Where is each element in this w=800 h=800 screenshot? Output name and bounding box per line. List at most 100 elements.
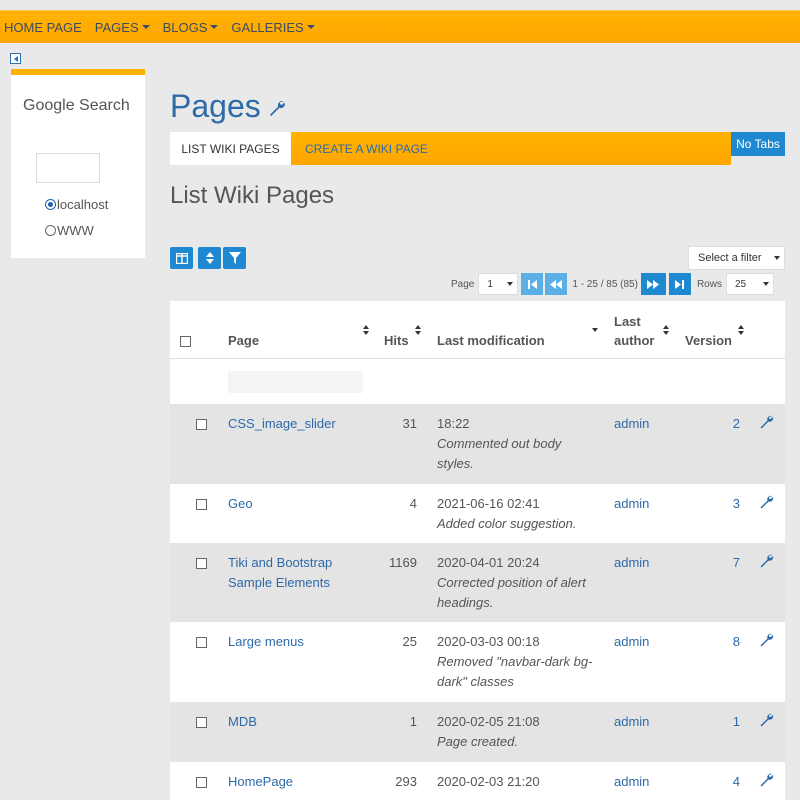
page-link-text: Sample Elements [228,575,330,590]
wrench-icon[interactable] [758,632,775,649]
page-link[interactable]: Tiki and Bootstrap Sample Elements [228,553,368,593]
next-page-button[interactable] [640,273,666,295]
nav-blogs-label: BLOGS [162,19,208,35]
hits-value: 293 [395,774,417,789]
search-input[interactable] [36,153,100,183]
sort-icon[interactable] [363,325,369,335]
nav-galleries-menu[interactable]: GALLERIES [231,20,315,35]
header-last-author-line1[interactable]: Last [614,314,641,329]
select-all-checkbox[interactable] [180,336,191,347]
filter-button[interactable] [223,247,246,269]
caret-down-icon [141,25,150,29]
chevron-down-icon [762,282,769,286]
page-select[interactable]: 1 [478,273,519,295]
last-page-button[interactable] [668,273,691,295]
caret-down-icon [210,25,219,29]
page-link[interactable]: Geo [228,494,368,514]
modification-date: 2021-06-16 02:41 [437,496,540,511]
nav-pages-menu[interactable]: PAGES [95,20,150,35]
top-navbar: HOME PAGE PAGES BLOGS GALLERIES [0,10,800,43]
modification-comment: Page created. [437,734,518,749]
wrench-icon[interactable] [758,553,775,570]
page-filter-input[interactable] [228,371,363,393]
page-link-text: MDB [228,714,257,729]
prev-page-button[interactable] [545,273,568,295]
author-link[interactable]: admin [614,712,649,732]
wrench-icon[interactable] [758,712,775,729]
author-link[interactable]: admin [614,494,649,514]
sort-icon[interactable] [663,325,669,335]
modification-comment: Corrected position of alert [437,575,586,590]
row-checkbox[interactable] [196,419,207,430]
table-row: MDB 1 2020-02-05 21:08 Page created. admin 1 [170,702,785,762]
module-title: Google Search [23,97,130,114]
author-link[interactable]: admin [614,772,649,792]
page-link-text: CSS_image_slider [228,416,336,431]
wrench-icon[interactable] [758,414,775,431]
hits-value: 1 [409,714,417,729]
row-checkbox[interactable] [196,637,207,648]
header-page[interactable]: Page [228,333,259,348]
modification-date: 2020-04-01 20:24 [437,555,540,570]
page-link[interactable]: HomePage [228,772,368,792]
row-checkbox[interactable] [196,558,207,569]
author-link[interactable]: admin [614,632,649,652]
nav-home-page[interactable]: HOME PAGE [4,20,82,35]
version-link[interactable]: 8 [710,632,740,652]
page-link[interactable]: MDB [228,712,368,732]
sort-button[interactable] [198,247,221,269]
radio-option-localhost[interactable]: localhost [45,197,108,212]
header-last-modification[interactable]: Last modification [437,333,545,348]
row-checkbox[interactable] [196,499,207,510]
modification-comment: styles. [437,456,474,471]
rows-label: Rows [696,278,722,290]
wiki-pages-table: Page Hits Last modification Last author … [170,301,785,800]
version-link[interactable]: 7 [710,553,740,573]
last-modification-cell: 2020-02-05 21:08 Page created. [437,712,607,752]
last-modification-cell: 2020-03-03 00:18 Removed "navbar-dark bg-… [437,632,607,692]
page-link[interactable]: Large menus [228,632,368,652]
sort-descending-icon[interactable] [592,325,598,335]
wrench-icon[interactable] [758,772,775,789]
tab-list-wiki-pages[interactable]: LIST WIKI PAGES [170,132,291,165]
wrench-icon[interactable] [267,99,287,119]
row-checkbox[interactable] [196,777,207,788]
version-link[interactable]: 2 [710,414,740,434]
author-link[interactable]: admin [614,553,649,573]
table-row: Tiki and Bootstrap Sample Elements 1169 202… [170,543,785,622]
columns-icon [175,252,188,264]
page-link-text: Geo [228,496,253,511]
last-modification-cell: 18:22 Commented out body styles. [437,414,607,474]
table-row: Large menus 25 2020-03-03 00:18 Removed "na… [170,622,785,702]
wrench-icon[interactable] [758,494,775,511]
table-row: CSS_image_slider 31 18:22 Commented out bod… [170,404,785,484]
radio-option-www[interactable]: WWW [45,223,94,238]
sort-icon[interactable] [415,325,421,335]
last-modification-cell: 2021-06-16 02:41 Added color suggestion. [437,494,607,534]
filter-select[interactable]: Select a filter [688,246,785,270]
table-header: Page Hits Last modification Last author … [170,301,785,359]
nav-blogs-menu[interactable]: BLOGS [163,20,219,35]
first-page-button[interactable] [521,273,544,295]
row-checkbox[interactable] [196,717,207,728]
last-modification-cell: 2020-04-01 20:24 Corrected position of al… [437,553,607,613]
header-version[interactable]: Version [685,333,732,348]
header-hits[interactable]: Hits [384,333,409,348]
radio-icon[interactable] [45,225,56,236]
version-link[interactable]: 3 [710,494,740,514]
collapse-sidebar-icon[interactable] [10,53,21,64]
table-filter-row [170,359,785,404]
hits-value: 25 [402,634,417,649]
page-link[interactable]: CSS_image_slider [228,414,368,434]
version-link[interactable]: 1 [710,712,740,732]
modification-date: 2020-02-03 21:20 [437,774,540,789]
no-tabs-button[interactable]: No Tabs [731,132,785,156]
rows-select[interactable]: 25 [725,273,774,295]
radio-checked-icon[interactable] [45,199,56,210]
columns-button[interactable] [170,247,193,269]
author-link[interactable]: admin [614,414,649,434]
tab-create-wiki-page[interactable]: CREATE A WIKI PAGE [291,132,731,165]
sort-icon[interactable] [738,325,744,335]
header-last-author-line2[interactable]: author [614,333,654,348]
version-link[interactable]: 4 [710,772,740,792]
